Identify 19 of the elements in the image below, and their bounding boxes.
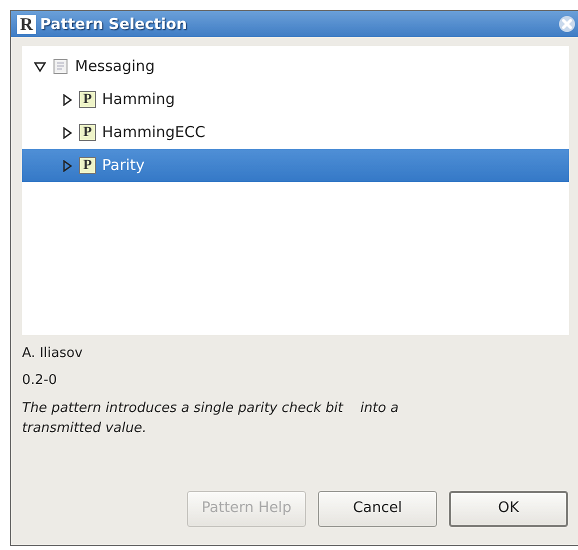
close-icon[interactable] xyxy=(558,15,576,33)
pattern-badge: P xyxy=(79,124,96,141)
dialog-button[interactable]: OK xyxy=(449,491,568,527)
tree-item[interactable]: P Parity xyxy=(22,149,569,182)
pattern-badge: P xyxy=(79,91,96,108)
app-logo: R xyxy=(17,14,36,34)
expand-icon[interactable] xyxy=(61,126,73,138)
tree-item[interactable]: P HammingECC xyxy=(22,116,569,149)
dialog-button[interactable]: Cancel xyxy=(318,491,437,527)
pattern-badge: P xyxy=(79,157,96,174)
expand-icon[interactable] xyxy=(61,94,73,106)
document-icon xyxy=(52,58,69,75)
description-text: The pattern introduces a single parity check bit into a transmitted value. xyxy=(22,398,400,438)
tree-item[interactable]: P Hamming xyxy=(22,83,569,116)
tree-item[interactable]: Messaging xyxy=(22,50,569,83)
collapse-icon[interactable] xyxy=(34,60,46,72)
author-label: A. Iliasov xyxy=(22,344,84,363)
version-label: 0.2-0 xyxy=(22,371,58,390)
window-title: Pattern Selection xyxy=(40,14,188,35)
